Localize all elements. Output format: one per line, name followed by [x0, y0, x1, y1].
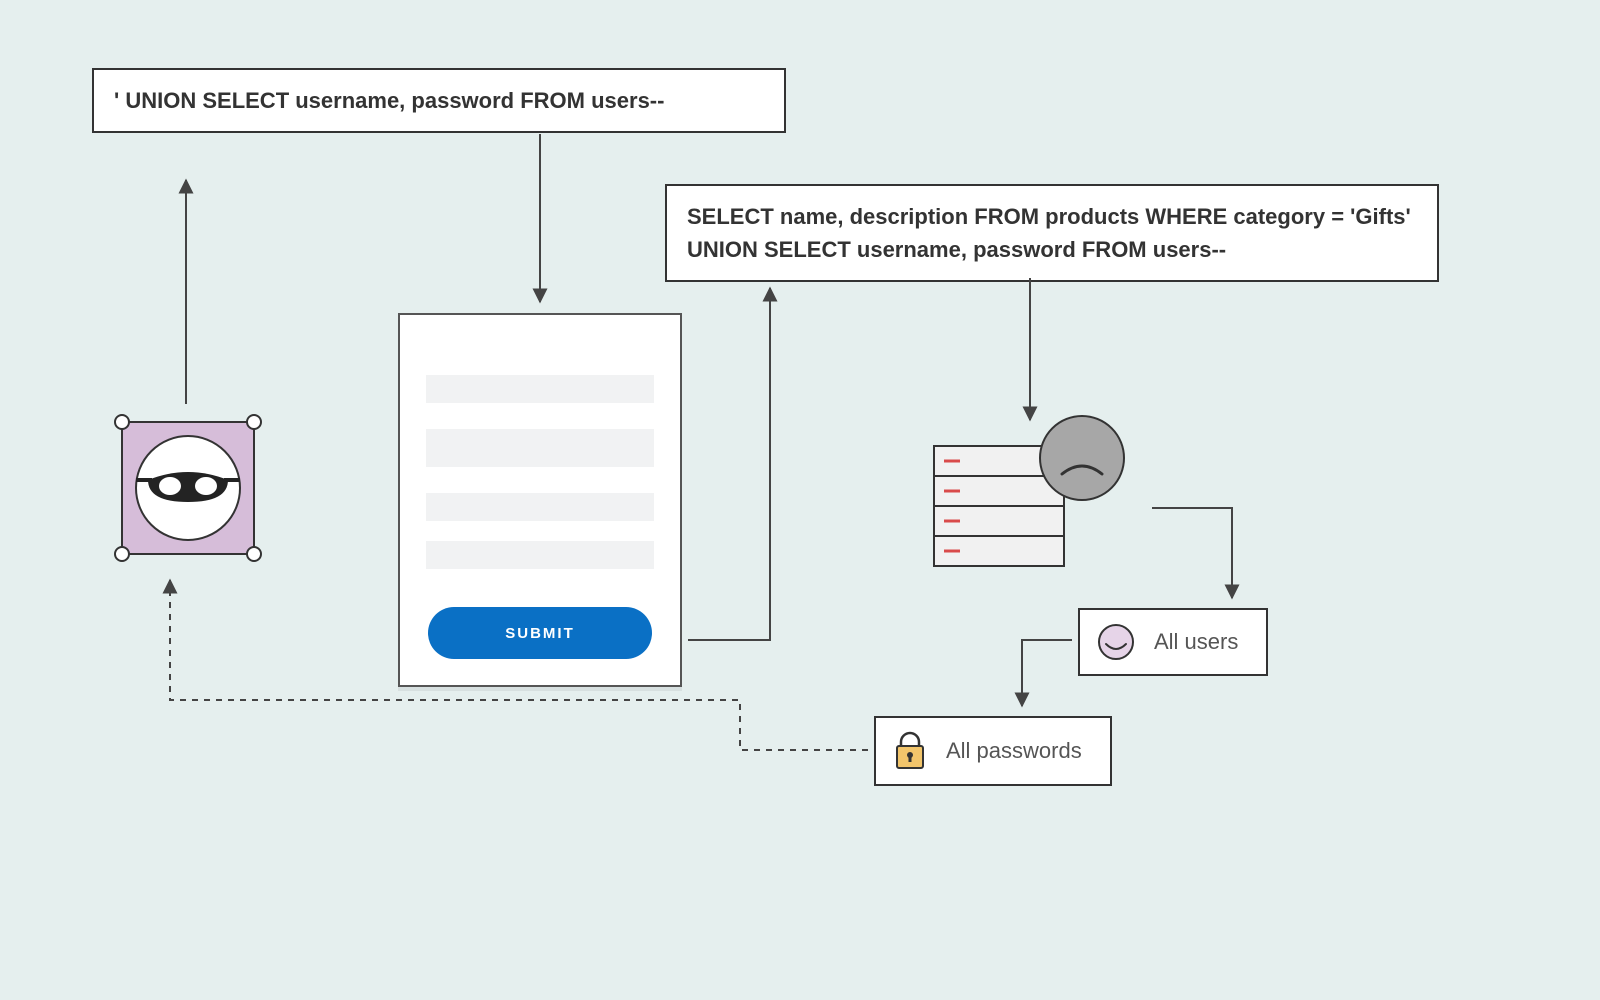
arrows-layer [0, 0, 1600, 1000]
arrow-data-to-attacker-dashed [170, 580, 868, 750]
arrow-db-to-users [1152, 508, 1232, 598]
diagram-canvas: ' UNION SELECT username, password FROM u… [0, 0, 1600, 1000]
arrow-users-to-passwords [1022, 640, 1072, 706]
arrow-form-to-query [688, 288, 770, 640]
